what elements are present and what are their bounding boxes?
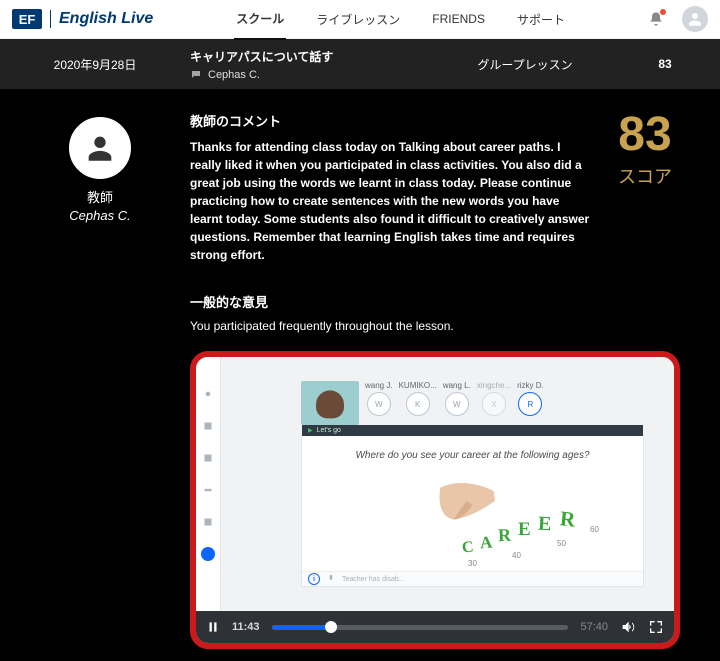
fullscreen-icon [648,619,664,635]
career-letter-4: E [518,519,531,541]
participant-3-avatar: W [445,392,469,416]
participant-4[interactable]: xingche... X [477,381,511,416]
sidebar-tool-5[interactable] [201,515,215,529]
brand: EF English Live [12,9,153,29]
teacher-webcam [301,381,359,425]
teacher-role-label: 教師 [40,187,160,206]
fullscreen-button[interactable] [648,619,664,635]
feedback-content: 教師のコメント Thanks for attending class today… [190,111,590,333]
hand-icon [432,481,502,521]
participant-3-name: wang L. [443,381,471,390]
participant-4-avatar: X [482,392,506,416]
participant-1[interactable]: wang J. W [365,381,393,416]
video-sidebar [196,357,221,611]
playback-knob[interactable] [325,621,337,633]
participant-2-avatar: K [406,392,430,416]
summary-teacher: Cephas C. [190,69,440,81]
playback-seek-track[interactable] [272,625,569,630]
person-icon [83,131,117,165]
video-playback-bar: 11:43 57:40 [196,611,674,643]
teacher-column: 教師 Cephas C. [40,117,160,223]
volume-button[interactable] [620,619,636,635]
career-illustration: C A R E E R 30 40 50 60 [302,467,643,577]
ef-logo: EF [12,9,42,29]
participants-row: wang J. W KUMIKO... K wang L. W xingche.… [301,381,644,425]
person-icon [686,10,704,28]
video-content: wang J. W KUMIKO... K wang L. W xingche.… [221,357,674,611]
feedback-heading: 教師のコメント [190,111,590,130]
teacher-name: Cephas C. [40,208,160,223]
participant-2-name: KUMIKO... [399,381,437,390]
age-40: 40 [512,551,521,560]
career-letter-5: E [537,513,552,537]
age-60: 60 [590,525,599,534]
nav-school[interactable]: スクール [234,0,286,40]
nav-friends[interactable]: FRIENDS [430,1,487,37]
lesson-recording-frame: wang J. W KUMIKO... K wang L. W xingche.… [190,351,680,649]
career-letter-1: C [461,538,474,557]
slide-top-bar: Let's go [302,425,643,436]
playback-current-time: 11:43 [232,621,260,633]
main-content: 教師 Cephas C. 83 スコア 教師のコメント Thanks for a… [0,89,720,661]
volume-icon [620,619,636,635]
info-icon[interactable]: i [308,573,320,585]
slide-question: Where do you see your career at the foll… [302,436,643,461]
brand-separator [50,10,51,28]
slide-footer: i Teacher has disab... [302,571,643,586]
career-letter-3: R [498,525,512,546]
sidebar-tool-4[interactable] [201,483,215,497]
playback-total-time: 57:40 [580,621,608,633]
age-30: 30 [468,559,477,568]
participant-3[interactable]: wang L. W [443,381,471,416]
participant-5-avatar: R [518,392,542,416]
score-label: スコア [618,163,672,189]
feedback-body: Thanks for attending class today on Talk… [190,138,590,264]
summary-topic: キャリアパスについて話す Cephas C. [190,48,440,81]
summary-topic-title: キャリアパスについて話す [190,48,440,65]
notification-dot [660,9,666,15]
score-column: 83 スコア [618,111,672,189]
notifications-button[interactable] [648,11,664,27]
participant-5-name: rizky D. [517,381,544,390]
summary-lesson-type: グループレッスン [440,56,610,73]
age-50: 50 [557,539,566,548]
summary-date: 2020年9月28日 [0,56,190,73]
participant-2[interactable]: KUMIKO... K [399,381,437,416]
user-avatar[interactable] [682,6,708,32]
slide-footer-note: Teacher has disab... [342,576,405,583]
participant-1-avatar: W [367,392,391,416]
participant-4-name: xingche... [477,381,511,390]
slide-bar-label: Let's go [317,427,341,434]
participant-5[interactable]: rizky D. R [517,381,544,416]
general-heading: 一般的な意見 [190,292,590,311]
sidebar-tool-1[interactable] [201,387,215,401]
lesson-summary-bar: 2020年9月28日 キャリアパスについて話す Cephas C. グループレッ… [0,39,720,89]
sidebar-tool-3[interactable] [201,451,215,465]
teacher-avatar [69,117,131,179]
video-inner: wang J. W KUMIKO... K wang L. W xingche.… [196,357,674,611]
score-value: 83 [618,111,672,159]
participant-1-name: wang J. [365,381,393,390]
pause-button[interactable] [206,620,220,634]
career-letter-6: R [559,506,577,532]
sidebar-chat-icon[interactable] [201,547,215,561]
general-section: 一般的な意見 You participated frequently throu… [190,292,590,333]
nav-support[interactable]: サポート [515,0,567,39]
app-header: EF English Live スクール ライブレッスン FRIENDS サポー… [0,0,720,39]
summary-score: 83 [610,57,720,71]
mic-off-icon [326,574,336,584]
general-body: You participated frequently throughout t… [190,319,590,333]
brand-name: English Live [59,10,153,28]
summary-teacher-name: Cephas C. [208,69,260,81]
header-right [648,6,708,32]
main-nav: スクール ライブレッスン FRIENDS サポート [234,0,567,40]
playback-progress-fill [272,625,331,630]
career-letter-2: A [479,533,493,554]
sidebar-tool-2[interactable] [201,419,215,433]
nav-live-lesson[interactable]: ライブレッスン [314,0,402,39]
pause-icon [206,620,220,634]
slide-area: Let's go Where do you see your career at… [301,435,644,587]
teacher-icon [190,69,202,81]
